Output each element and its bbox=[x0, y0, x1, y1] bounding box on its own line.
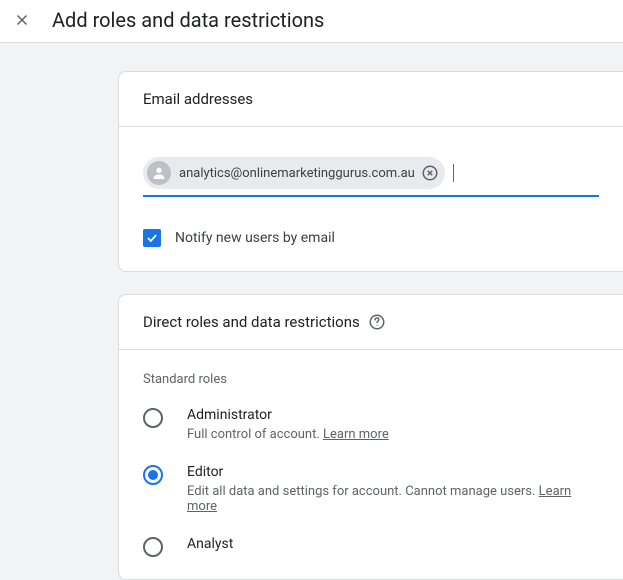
roles-card-heading: Direct roles and data restrictions bbox=[119, 295, 623, 350]
page-title: Add roles and data restrictions bbox=[52, 8, 324, 32]
person-icon bbox=[151, 165, 167, 181]
email-card: Email addresses analytics@onlinemarketin… bbox=[118, 71, 623, 272]
role-title: Analyst bbox=[187, 536, 233, 552]
avatar bbox=[147, 161, 171, 185]
role-option-administrator[interactable]: Administrator Full control of account. L… bbox=[143, 407, 599, 442]
notify-checkbox-row[interactable]: Notify new users by email bbox=[119, 207, 623, 271]
role-description: Edit all data and settings for account. … bbox=[187, 484, 599, 514]
radio-analyst[interactable] bbox=[143, 537, 163, 557]
email-card-heading: Email addresses bbox=[119, 72, 623, 127]
text-cursor bbox=[453, 164, 454, 182]
role-text: Administrator Full control of account. L… bbox=[187, 407, 389, 442]
email-chip: analytics@onlinemarketinggurus.com.au bbox=[143, 157, 445, 189]
help-icon bbox=[368, 313, 386, 331]
help-button[interactable] bbox=[368, 313, 386, 331]
role-text: Analyst bbox=[187, 536, 233, 556]
notify-checkbox-label: Notify new users by email bbox=[175, 230, 335, 246]
chip-email-text: analytics@onlinemarketinggurus.com.au bbox=[179, 166, 415, 181]
role-option-analyst[interactable]: Analyst bbox=[143, 536, 599, 557]
standard-roles-label: Standard roles bbox=[143, 372, 599, 387]
close-icon bbox=[13, 11, 31, 29]
role-title: Administrator bbox=[187, 407, 389, 423]
roles-card: Direct roles and data restrictions Stand… bbox=[118, 294, 623, 580]
chip-remove-button[interactable] bbox=[421, 164, 439, 182]
role-title: Editor bbox=[187, 464, 599, 480]
email-input-zone: analytics@onlinemarketinggurus.com.au bbox=[119, 127, 623, 207]
learn-more-link[interactable]: Learn more bbox=[323, 427, 389, 442]
role-text: Editor Edit all data and settings for ac… bbox=[187, 464, 599, 514]
check-icon bbox=[145, 231, 159, 245]
close-circle-icon bbox=[421, 164, 439, 182]
roles-heading-text: Direct roles and data restrictions bbox=[143, 313, 360, 331]
dialog-header: Add roles and data restrictions bbox=[0, 0, 623, 43]
close-button[interactable] bbox=[10, 8, 34, 32]
notify-checkbox[interactable] bbox=[143, 229, 161, 247]
radio-editor[interactable] bbox=[143, 465, 163, 485]
radio-dot-icon bbox=[148, 470, 158, 480]
email-input[interactable]: analytics@onlinemarketinggurus.com.au bbox=[143, 157, 599, 197]
roles-body: Standard roles Administrator Full contro… bbox=[119, 350, 623, 557]
role-description: Full control of account. Learn more bbox=[187, 427, 389, 442]
radio-administrator[interactable] bbox=[143, 408, 163, 428]
content-area: Email addresses analytics@onlinemarketin… bbox=[0, 43, 623, 580]
role-option-editor[interactable]: Editor Edit all data and settings for ac… bbox=[143, 464, 599, 514]
